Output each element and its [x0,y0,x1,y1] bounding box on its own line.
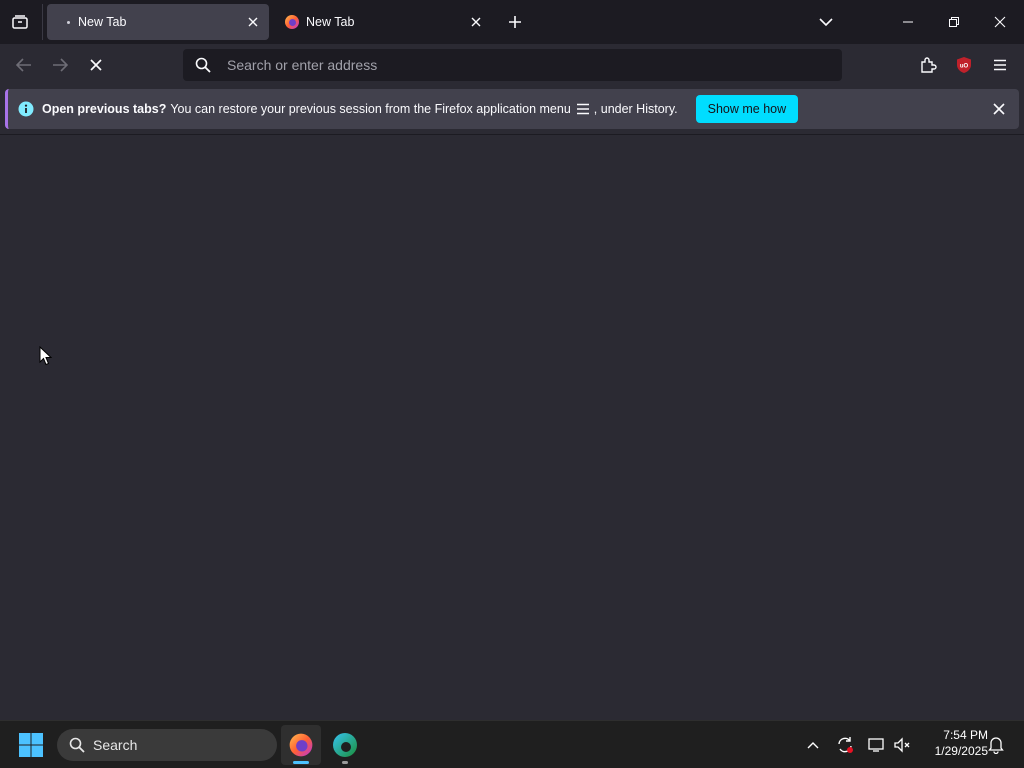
address-bar[interactable] [183,49,842,81]
back-button[interactable] [11,52,37,78]
ublock-origin-button[interactable]: uO [951,52,977,78]
chevron-down-icon [819,18,833,27]
close-icon [248,17,258,27]
stop-loading-button[interactable] [83,52,109,78]
volume-muted-icon [894,737,910,753]
tray-network-button[interactable] [867,735,887,755]
hamburger-menu-icon [576,103,589,115]
sync-icon [838,737,853,753]
forward-button[interactable] [47,52,73,78]
svg-text:uO: uO [960,64,969,70]
firefox-icon [285,15,299,29]
restore-button[interactable] [939,8,969,36]
address-input[interactable] [225,56,789,74]
plus-icon [509,16,521,28]
taskbar-firefox[interactable] [281,725,321,765]
stop-icon [90,59,102,71]
display-icon [868,738,884,752]
firefox-icon [289,733,313,757]
search-icon [69,737,85,753]
tab-strip: New Tab New Tab [0,0,1024,44]
close-icon [471,17,481,27]
loading-dot [67,20,70,24]
edge-icon [333,733,357,757]
search-icon [195,57,211,73]
notification-text: You can restore your previous session fr… [170,102,571,116]
new-tab-button[interactable] [503,10,527,34]
show-hidden-icons-button[interactable] [803,735,823,755]
minimize-icon [903,21,913,23]
clock-date: 1/29/2025 [934,744,988,758]
taskbar-search-box[interactable]: Search [57,729,277,761]
notification-message: Open previous tabs? You can restore your… [42,102,678,116]
tab-new-tab[interactable]: New Tab [270,4,492,40]
windows-start-icon[interactable] [18,732,44,758]
restore-icon [949,17,959,27]
notification-title: Open previous tabs? [42,102,167,116]
tab-new-tab-active[interactable]: New Tab [47,4,269,40]
back-arrow-icon [16,58,31,72]
notification-text-end: , under History. [593,102,678,116]
taskbar-edge[interactable] [325,725,365,765]
ublock-icon: uO [957,57,971,73]
app-menu-button[interactable] [987,52,1013,78]
clock-time: 7:54 PM [943,728,988,742]
extensions-button[interactable] [915,52,941,78]
active-app-indicator [293,761,309,764]
page-content-area[interactable] [0,134,1024,721]
taskbar-clock[interactable]: 7:54 PM 1/29/2025 [918,727,988,759]
close-icon [994,16,1006,28]
taskbar-search-label: Search [93,737,138,753]
hamburger-menu-icon [994,59,1006,71]
tray-volume-button[interactable] [892,735,912,755]
restore-session-notification: Open previous tabs? You can restore your… [5,89,1019,129]
running-app-indicator [342,761,348,764]
close-icon [993,103,1005,115]
extensions-icon [921,57,937,73]
tab-close-button[interactable] [468,14,484,30]
tab-list-icon [12,15,28,29]
show-me-how-button[interactable]: Show me how [695,95,799,123]
tab-close-button[interactable] [245,14,261,30]
tab-list-button[interactable] [8,10,32,34]
navigation-toolbar: uO [0,44,1024,86]
chevron-up-icon [807,742,819,749]
windows-taskbar: Search 7:54 PM 1/29/2025 [0,720,1024,768]
info-icon [18,101,34,117]
tab-title: New Tab [306,15,355,29]
window-close-button[interactable] [985,8,1015,36]
notification-bell-icon [988,737,1004,754]
tab-separator [42,4,43,40]
notification-close-button[interactable] [991,101,1007,117]
mouse-cursor-icon [39,346,53,366]
forward-arrow-icon [53,58,68,72]
list-all-tabs-button[interactable] [814,10,838,34]
tab-title: New Tab [78,15,127,29]
notification-center-button[interactable] [986,735,1006,755]
minimize-button[interactable] [893,8,923,36]
tray-sync-button[interactable] [835,735,855,755]
